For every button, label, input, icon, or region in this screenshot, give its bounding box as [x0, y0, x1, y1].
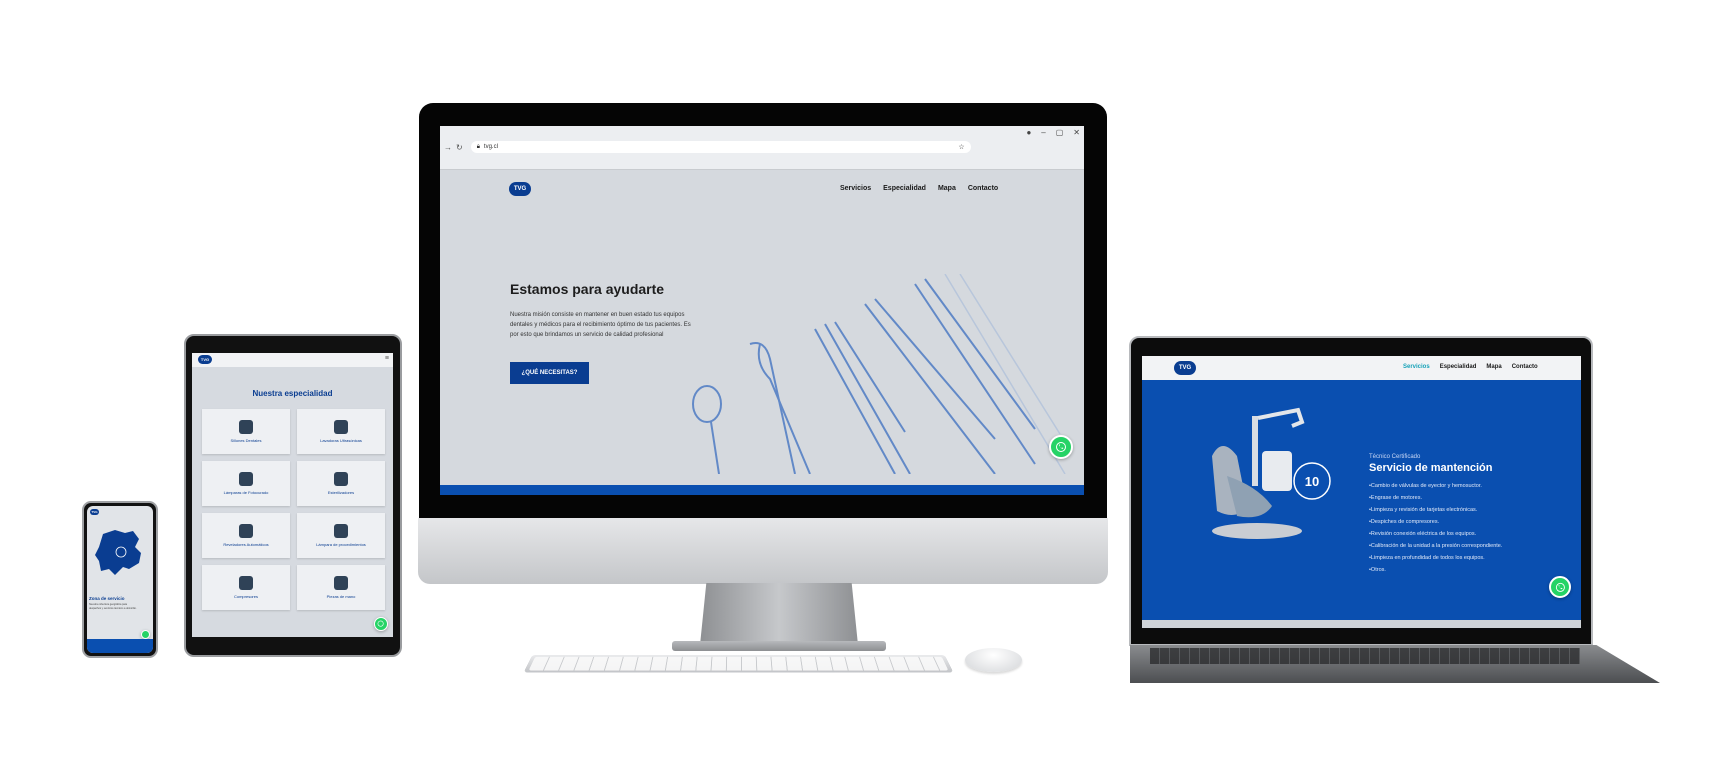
phone-whatsapp-button[interactable] [141, 630, 150, 639]
curing-lamp-icon [239, 472, 253, 486]
tablet-site-logo[interactable]: TVG [198, 355, 212, 364]
specialty-grid: Sillones Dentales Lavadoras Ultrasónicas… [202, 409, 385, 610]
specialty-card[interactable]: Esterilizadores [297, 461, 385, 506]
dental-chair-icon [239, 420, 253, 434]
reload-icon[interactable]: ↻ [456, 143, 463, 152]
minimize-icon[interactable]: – [1041, 128, 1045, 137]
card-label: Reveladores Automáticos [223, 542, 269, 547]
nav-servicios[interactable]: Servicios [840, 185, 871, 192]
desktop-monitor-foot [672, 641, 886, 651]
service-subtitle: Técnico Certificado [1369, 454, 1421, 460]
service-item: •Revisión conexión eléctrica de los equi… [1369, 531, 1477, 537]
laptop-screen: TVG Servicios Especialidad Mapa Contacto… [1142, 356, 1581, 628]
site-navbar: TVG Servicios Especialidad Mapa Contacto [440, 170, 1084, 206]
laptop-nav-mapa[interactable]: Mapa [1486, 364, 1501, 370]
handpiece-icon [334, 576, 348, 590]
back-icon[interactable]: → [444, 143, 452, 152]
phone-site-logo[interactable]: TVG [90, 509, 99, 515]
specialty-card[interactable]: Lámparas de Fotocurado [202, 461, 290, 506]
star-icon[interactable]: ☆ [958, 143, 964, 151]
laptop-nav-especialidad[interactable]: Especialidad [1440, 364, 1477, 370]
card-label: Esterilizadores [327, 490, 355, 495]
specialty-card[interactable]: Piezas de mano [297, 565, 385, 610]
browser-toolbar: ● – ▢ ✕ → ↻ 🔒︎ tvg.cl ☆ [440, 126, 1084, 170]
laptop-nav-servicios[interactable]: Servicios [1403, 364, 1430, 370]
experience-badge: 10 [1305, 474, 1319, 489]
compressor-icon [239, 576, 253, 590]
service-item: •Otros. [1369, 567, 1386, 573]
phone-section-text: Nuestra cobertura geográfica para despac… [89, 603, 137, 610]
specialty-card[interactable]: Lámpara de procedimientos [297, 513, 385, 558]
close-icon[interactable]: ✕ [1073, 128, 1080, 137]
whatsapp-icon [378, 621, 384, 627]
hero-title: Estamos para ayudarte [510, 281, 665, 297]
desktop-screen: ● – ▢ ✕ → ↻ 🔒︎ tvg.cl ☆ TVG Servicios Es… [440, 126, 1084, 495]
ultrasonic-washer-icon [334, 420, 348, 434]
card-label: Sillones Dentales [230, 438, 262, 443]
card-label: Lavadoras Ultrasónicas [320, 438, 362, 443]
address-url: tvg.cl [483, 144, 498, 150]
site-logo[interactable]: TVG [509, 182, 531, 196]
laptop-nav-contacto[interactable]: Contacto [1512, 364, 1538, 370]
service-item: •Limpieza en profundidad de todos los eq… [1369, 555, 1485, 561]
dental-chair-image: 10 [1212, 407, 1331, 539]
whatsapp-icon [1056, 442, 1066, 452]
lock-icon: 🔒︎ [476, 143, 480, 150]
desktop-monitor-stand [700, 583, 858, 645]
account-icon[interactable]: ● [1026, 128, 1031, 137]
service-item: •Despiches de compresores. [1369, 519, 1440, 525]
keyboard [523, 655, 954, 673]
specialty-card[interactable]: Lavadoras Ultrasónicas [297, 409, 385, 454]
mouse [965, 648, 1022, 672]
que-necesitas-button[interactable]: ¿QUÉ NECESITAS? [510, 362, 589, 384]
procedure-lamp-icon [334, 524, 348, 538]
site-nav-links: Servicios Especialidad Mapa Contacto [840, 185, 998, 192]
tablet-screen: TVG ≡ Nuestra especialidad Sillones Dent… [192, 353, 393, 637]
dental-tools-illustration [692, 274, 1066, 474]
specialty-card[interactable]: Sillones Dentales [202, 409, 290, 454]
service-zone-map [95, 530, 141, 575]
window-controls: ● – ▢ ✕ [1026, 128, 1080, 137]
sterilizer-icon [334, 472, 348, 486]
maximize-icon[interactable]: ▢ [1056, 128, 1064, 137]
developer-icon [239, 524, 253, 538]
tablet-header: TVG ≡ [192, 353, 393, 367]
laptop-bottom-strip [1142, 620, 1581, 628]
service-list: •Cambio de válvulas de eyector y hemosuc… [1369, 480, 1502, 576]
service-title: Servicio de mantención [1369, 462, 1493, 474]
nav-contacto[interactable]: Contacto [968, 185, 998, 192]
section-blue-strip [440, 485, 1084, 495]
phone-screen: TVG Zona de servicio Nuestra cobertura g… [87, 506, 153, 653]
whatsapp-button[interactable] [1049, 435, 1073, 459]
card-label: Piezas de mano [326, 594, 356, 599]
card-label: Compresores [233, 594, 258, 599]
nav-especialidad[interactable]: Especialidad [883, 185, 926, 192]
phone-footer [87, 639, 153, 653]
service-item: •Limpieza y revisión de tarjetas electró… [1369, 507, 1478, 513]
laptop-site-logo[interactable]: TVG [1174, 361, 1196, 375]
laptop-keyboard [1150, 648, 1580, 664]
desktop-monitor-chin [418, 518, 1108, 584]
specialty-card[interactable]: Reveladores Automáticos [202, 513, 290, 558]
specialty-card[interactable]: Compresores [202, 565, 290, 610]
hamburger-menu-icon[interactable]: ≡ [385, 355, 389, 362]
tablet-whatsapp-button[interactable] [374, 617, 388, 631]
service-item: •Engrase de motores. [1369, 495, 1422, 501]
tablet-section-title: Nuestra especialidad [252, 389, 333, 398]
service-item: •Calibración de la unidad a la presión c… [1369, 543, 1503, 549]
address-row: → ↻ 🔒︎ tvg.cl ☆ [440, 139, 1084, 155]
whatsapp-icon [1555, 582, 1565, 592]
nav-mapa[interactable]: Mapa [938, 185, 956, 192]
laptop-navbar: TVG Servicios Especialidad Mapa Contacto [1142, 356, 1581, 380]
card-label: Lámpara de procedimientos [316, 542, 366, 547]
service-item: •Cambio de válvulas de eyector y hemosuc… [1369, 483, 1482, 489]
hero-text: Nuestra misión consiste en mantener en b… [510, 312, 691, 338]
card-label: Lámparas de Fotocurado [223, 490, 269, 495]
phone-section-title: Zona de servicio [89, 596, 125, 601]
laptop-nav-links: Servicios Especialidad Mapa Contacto [1403, 364, 1538, 370]
laptop-whatsapp-button[interactable] [1549, 576, 1571, 598]
address-bar[interactable]: 🔒︎ tvg.cl ☆ [470, 141, 971, 153]
